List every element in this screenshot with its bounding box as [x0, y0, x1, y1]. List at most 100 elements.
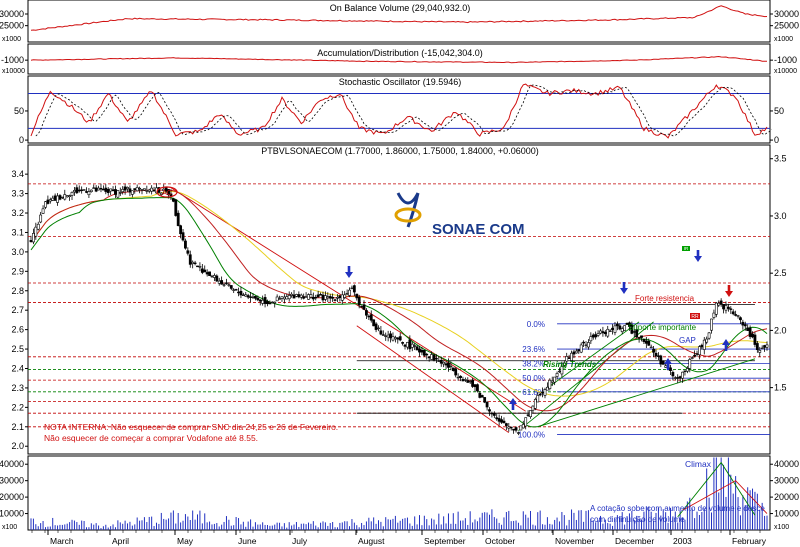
- candle-body: [615, 323, 619, 327]
- candle-body: [133, 188, 137, 190]
- candle-body: [343, 294, 347, 298]
- candle-body: [447, 362, 450, 368]
- price-right-label-right: 2.0: [774, 325, 787, 335]
- candle-body: [673, 377, 677, 379]
- candle-body: [36, 223, 40, 230]
- candle-body: [114, 189, 117, 195]
- candle-body: [311, 296, 315, 300]
- candle-body: [473, 384, 477, 388]
- candle-body: [420, 349, 424, 353]
- candle-body: [109, 188, 113, 192]
- candle-body: [459, 375, 462, 379]
- candle-body: [227, 284, 231, 286]
- candle-body: [321, 294, 325, 301]
- candle-body: [546, 386, 549, 391]
- price-label-left: 2.0: [11, 441, 24, 451]
- fib-level-label: 23.6%: [522, 345, 545, 354]
- candle-body: [705, 338, 709, 343]
- candle-body: [707, 332, 711, 339]
- candle-body: [302, 296, 306, 299]
- candle-body: [538, 393, 542, 396]
- volume-label-right: 20000: [774, 492, 799, 502]
- candle-body: [398, 336, 402, 341]
- month-label: February: [732, 536, 767, 546]
- candle-body: [357, 296, 361, 306]
- candle-body: [39, 214, 43, 223]
- candle-body: [536, 395, 540, 403]
- candle-body: [135, 187, 139, 192]
- candle-body: [430, 354, 433, 360]
- stoch-label-right: 50: [774, 106, 784, 116]
- candle-body: [174, 199, 178, 216]
- candle-body: [517, 432, 520, 434]
- month-label: December: [615, 536, 654, 546]
- candle-body: [712, 312, 716, 318]
- volume-label-left: 20000: [0, 492, 24, 502]
- sonae-logo-text: SONAE COM: [432, 221, 525, 238]
- candle-body: [449, 365, 453, 368]
- ir-marker-label: IR: [684, 246, 689, 251]
- candle-body: [504, 423, 508, 426]
- candle-body: [758, 350, 762, 353]
- price-label-left: 2.7: [11, 305, 24, 315]
- candle-body: [468, 380, 472, 383]
- fib-level-label: 0.0%: [527, 320, 545, 329]
- price-right-label-right: 1.5: [774, 383, 787, 393]
- candle-body: [212, 275, 216, 278]
- candle-body: [304, 296, 308, 298]
- candle-body: [690, 357, 694, 359]
- candle-body: [659, 355, 663, 365]
- obv-scale-label-left: x1000: [2, 36, 21, 43]
- candle-body: [541, 391, 544, 394]
- candle-body: [611, 327, 614, 330]
- candle-body: [386, 334, 390, 338]
- candle-body: [188, 254, 192, 265]
- candle-body: [287, 295, 291, 300]
- candle-body: [266, 301, 269, 305]
- candle-body: [688, 359, 692, 369]
- volume-note-line2: com diminuição de volume: [590, 515, 685, 524]
- candle-body: [654, 352, 658, 357]
- candle-body: [582, 341, 586, 344]
- price-label-left: 2.8: [11, 286, 24, 296]
- candle-body: [261, 299, 265, 304]
- candle-body: [456, 376, 460, 379]
- candle-body: [410, 343, 414, 348]
- candle-body: [587, 342, 590, 348]
- candle-body: [492, 413, 496, 416]
- fib-level-label: 50.0%: [522, 374, 545, 383]
- ad-scale-label-right: x10000: [774, 68, 797, 75]
- candle-body: [360, 306, 363, 308]
- candle-body: [714, 302, 718, 315]
- candle-body: [763, 345, 766, 348]
- candle-body: [661, 360, 665, 365]
- month-label: October: [485, 536, 515, 546]
- candle-body: [442, 361, 446, 365]
- candle-body: [531, 405, 535, 411]
- candle-body: [44, 201, 47, 208]
- candle-body: [367, 315, 371, 318]
- candle-body: [316, 294, 320, 298]
- candle-body: [603, 331, 607, 335]
- candle-body: [439, 359, 443, 364]
- candle-body: [702, 339, 706, 350]
- candle-body: [521, 424, 525, 429]
- candle-body: [432, 354, 436, 361]
- obv-scale-label-right: x1000: [774, 36, 793, 43]
- candle-body: [435, 357, 438, 360]
- candle-body: [577, 349, 581, 352]
- candle-body: [369, 314, 373, 321]
- candle-body: [533, 399, 537, 409]
- candle-body: [171, 198, 175, 202]
- candle-body: [77, 189, 81, 192]
- candle-body: [352, 285, 356, 293]
- candle-body: [147, 189, 151, 192]
- obv-label-left: 25000: [0, 21, 24, 31]
- candle-body: [41, 208, 45, 214]
- month-label: May: [177, 536, 194, 546]
- candle-body: [200, 268, 204, 273]
- candle-body: [145, 190, 149, 192]
- candle-body: [89, 189, 93, 193]
- candle-body: [249, 296, 252, 298]
- candle-body: [152, 190, 156, 192]
